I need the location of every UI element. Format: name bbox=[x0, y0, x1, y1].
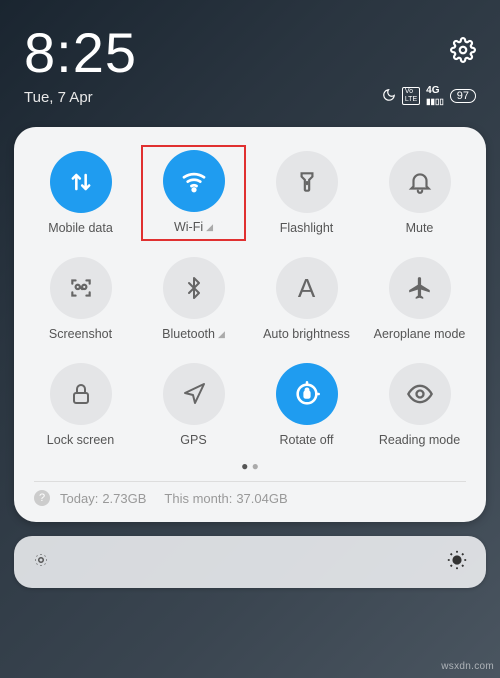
tile-auto-brightness[interactable]: A Auto brightness bbox=[254, 251, 359, 347]
volte-icon: VoLTE bbox=[402, 87, 420, 106]
status-icons: VoLTE 4G▮▮▯▯ 97 bbox=[382, 85, 476, 107]
tile-label: Lock screen bbox=[47, 433, 114, 447]
tile-gps[interactable]: GPS bbox=[141, 357, 246, 453]
tile-lock-screen[interactable]: Lock screen bbox=[28, 357, 133, 453]
usage-today-value: 2.73GB bbox=[102, 491, 146, 506]
brightness-low-icon bbox=[32, 551, 50, 574]
tile-label: Aeroplane mode bbox=[374, 327, 466, 341]
tile-wifi[interactable]: Wi-Fi◢ bbox=[141, 145, 246, 241]
tile-label: Mobile data bbox=[48, 221, 113, 235]
quick-settings-panel: Mobile data Wi-Fi◢ Flashlight Mute bbox=[14, 127, 486, 522]
airplane-icon bbox=[389, 257, 451, 319]
date-text: Tue, 7 Apr bbox=[24, 89, 93, 106]
letter-a-icon: A bbox=[276, 257, 338, 319]
data-arrows-icon bbox=[50, 151, 112, 213]
usage-today-label: Today: bbox=[60, 491, 98, 506]
data-usage-row[interactable]: ? Today: 2.73GB This month: 37.04GB bbox=[28, 490, 472, 512]
bluetooth-icon bbox=[163, 257, 225, 319]
usage-month-value: 37.04GB bbox=[236, 491, 287, 506]
divider bbox=[34, 481, 466, 482]
rotate-lock-icon bbox=[276, 363, 338, 425]
tile-label: GPS bbox=[180, 433, 206, 447]
nav-arrow-icon bbox=[163, 363, 225, 425]
page-indicator: ● ● bbox=[28, 459, 472, 473]
watermark: wsxdn.com bbox=[441, 661, 494, 672]
bell-icon bbox=[389, 151, 451, 213]
tile-bluetooth[interactable]: Bluetooth◢ bbox=[141, 251, 246, 347]
tile-mobile-data[interactable]: Mobile data bbox=[28, 145, 133, 241]
tile-label: Wi-Fi bbox=[174, 220, 203, 234]
dnd-icon bbox=[382, 88, 396, 105]
usage-month-label: This month: bbox=[164, 491, 232, 506]
screenshot-icon bbox=[50, 257, 112, 319]
battery-indicator: 97 bbox=[450, 89, 476, 103]
chevron-icon: ◢ bbox=[218, 329, 225, 340]
network-4g-icon: 4G▮▮▯▯ bbox=[426, 85, 444, 107]
tile-mute[interactable]: Mute bbox=[367, 145, 472, 241]
tile-rotate-off[interactable]: Rotate off bbox=[254, 357, 359, 453]
clock-time: 8:25 bbox=[24, 20, 137, 85]
lock-icon bbox=[50, 363, 112, 425]
tile-screenshot[interactable]: Screenshot bbox=[28, 251, 133, 347]
chevron-icon: ◢ bbox=[206, 222, 213, 233]
flashlight-icon bbox=[276, 151, 338, 213]
tile-label: Screenshot bbox=[49, 327, 112, 341]
tile-reading-mode[interactable]: Reading mode bbox=[367, 357, 472, 453]
settings-icon[interactable] bbox=[450, 37, 476, 68]
tile-label: Mute bbox=[406, 221, 434, 235]
info-icon: ? bbox=[34, 490, 50, 506]
tile-flashlight[interactable]: Flashlight bbox=[254, 145, 359, 241]
tile-aeroplane[interactable]: Aeroplane mode bbox=[367, 251, 472, 347]
brightness-slider[interactable] bbox=[14, 536, 486, 588]
tile-label: Bluetooth bbox=[162, 327, 215, 341]
tile-label: Rotate off bbox=[280, 433, 334, 447]
eye-icon bbox=[389, 363, 451, 425]
tile-label: Reading mode bbox=[379, 433, 460, 447]
tile-label: Auto brightness bbox=[263, 327, 350, 341]
wifi-icon bbox=[163, 150, 225, 212]
tile-label: Flashlight bbox=[280, 221, 334, 235]
brightness-high-icon bbox=[446, 549, 468, 576]
status-bar: 8:25 Tue, 7 Apr VoLTE 4G▮▮▯▯ 97 bbox=[0, 0, 500, 117]
